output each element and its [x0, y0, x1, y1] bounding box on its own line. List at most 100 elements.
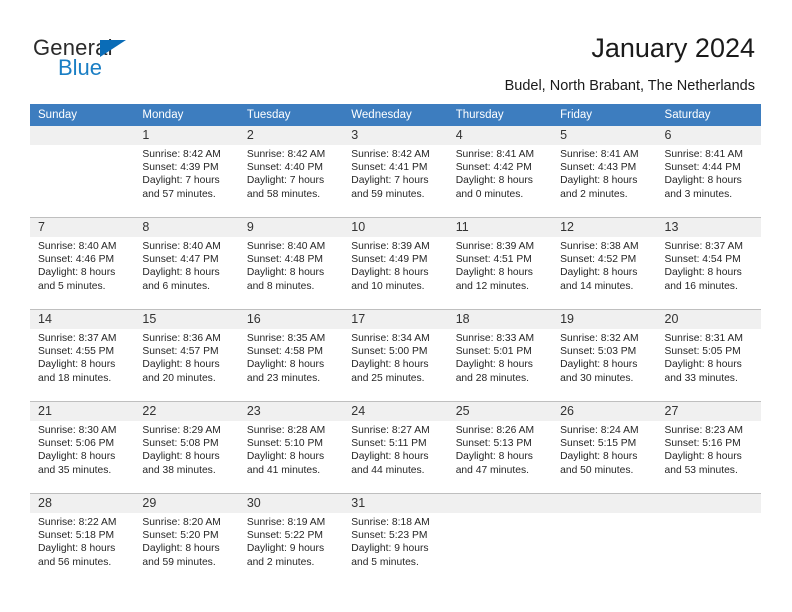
weekday-header-tuesday: Tuesday: [238, 104, 344, 126]
day-info-line-daylight1: Daylight: 8 hours: [246, 451, 325, 463]
day-info-line-sunset: Sunset: 5:20 PM: [142, 530, 219, 542]
day-info-line-sunrise: Sunrise: 8:40 AM: [246, 241, 326, 252]
day-sun-info: Sunrise: 8:26 AM Sunset: 5:13 PM Daylight:…: [448, 421, 552, 477]
calendar-day-cell[interactable]: 3 Sunrise: 8:42 AM Sunset: 4:41 PM Daylight…: [343, 126, 448, 216]
day-info-line-daylight2: and 28 minutes.: [455, 372, 529, 384]
calendar-day-cell[interactable]: 8 Sunrise: 8:40 AM Sunset: 4:47 PM Daylight…: [134, 217, 239, 308]
day-info-line-sunrise: Sunrise: 8:28 AM: [246, 425, 326, 436]
day-info-line-daylight1: Daylight: 8 hours: [455, 451, 533, 463]
day-sun-info: Sunrise: 8:23 AM Sunset: 5:16 PM Daylight:…: [657, 421, 761, 477]
calendar-day-cell[interactable]: 4 Sunrise: 8:41 AM Sunset: 4:42 PM Daylight…: [447, 126, 553, 216]
day-info-line-sunrise: Sunrise: 8:23 AM: [664, 425, 743, 436]
day-number: 7: [30, 218, 135, 237]
day-info-line-daylight1: Daylight: 8 hours: [142, 451, 220, 463]
day-info-line-daylight1: Daylight: 8 hours: [664, 451, 742, 463]
day-sun-info: Sunrise: 8:40 AM Sunset: 4:46 PM Daylight:…: [30, 237, 134, 293]
calendar-day-cell[interactable]: 1 Sunrise: 8:42 AM Sunset: 4:39 PM Daylight…: [134, 126, 239, 216]
day-number: 4: [447, 126, 553, 145]
calendar-day-cell-empty: [552, 493, 657, 584]
weekday-header-friday: Friday: [552, 104, 657, 126]
calendar-day-cell[interactable]: 31 Sunrise: 8:18 AM Sunset: 5:23 PM Dayligh…: [343, 493, 448, 584]
calendar-day-cell[interactable]: 12 Sunrise: 8:38 AM Sunset: 4:52 PM Dayligh…: [552, 217, 657, 308]
day-info-line-daylight2: and 12 minutes.: [455, 280, 529, 292]
calendar-day-cell[interactable]: 18 Sunrise: 8:33 AM Sunset: 5:01 PM Dayligh…: [447, 309, 553, 400]
calendar-day-cell[interactable]: 11 Sunrise: 8:39 AM Sunset: 4:51 PM Dayligh…: [447, 217, 553, 308]
calendar-day-cell[interactable]: 26 Sunrise: 8:24 AM Sunset: 5:15 PM Dayligh…: [552, 401, 657, 492]
calendar-week-row: 14 Sunrise: 8:37 AM Sunset: 4:55 PM Dayligh…: [30, 309, 761, 400]
day-info-line-sunrise: Sunrise: 8:20 AM: [142, 517, 221, 528]
day-info-line-daylight1: Daylight: 7 hours: [246, 175, 325, 187]
day-info-line-sunrise: Sunrise: 8:33 AM: [455, 333, 535, 344]
day-info-line-sunrise: Sunrise: 8:37 AM: [38, 333, 117, 344]
calendar-day-cell[interactable]: 13 Sunrise: 8:37 AM Sunset: 4:54 PM Dayligh…: [656, 217, 761, 308]
day-info-line-daylight2: and 50 minutes.: [560, 464, 634, 476]
calendar-day-cell[interactable]: 28 Sunrise: 8:22 AM Sunset: 5:18 PM Dayligh…: [30, 493, 135, 584]
calendar-day-cell[interactable]: 10 Sunrise: 8:39 AM Sunset: 4:49 PM Dayligh…: [343, 217, 448, 308]
day-sun-info: Sunrise: 8:36 AM Sunset: 4:57 PM Daylight:…: [134, 329, 238, 385]
day-number: 23: [238, 402, 344, 421]
day-number: 27: [656, 402, 761, 421]
day-sun-info: Sunrise: 8:42 AM Sunset: 4:41 PM Daylight:…: [343, 145, 447, 201]
calendar-day-cell[interactable]: 25 Sunrise: 8:26 AM Sunset: 5:13 PM Dayligh…: [447, 401, 553, 492]
day-info-line-daylight2: and 44 minutes.: [351, 464, 425, 476]
calendar-day-cell[interactable]: 21 Sunrise: 8:30 AM Sunset: 5:06 PM Dayligh…: [30, 401, 135, 492]
day-sun-info: Sunrise: 8:28 AM Sunset: 5:10 PM Daylight:…: [239, 421, 343, 477]
general-blue-logo[interactable]: General Blue: [33, 36, 233, 88]
day-info-line-sunrise: Sunrise: 8:39 AM: [351, 241, 430, 252]
day-number: [447, 494, 553, 513]
calendar-day-cell[interactable]: 20 Sunrise: 8:31 AM Sunset: 5:05 PM Dayligh…: [656, 309, 761, 400]
day-info-line-daylight1: Daylight: 8 hours: [455, 267, 533, 279]
calendar-day-cell[interactable]: 9 Sunrise: 8:40 AM Sunset: 4:48 PM Daylight…: [238, 217, 344, 308]
day-info-line-daylight1: Daylight: 7 hours: [142, 175, 220, 187]
calendar-day-cell[interactable]: 5 Sunrise: 8:41 AM Sunset: 4:43 PM Daylight…: [552, 126, 657, 216]
calendar-day-cell[interactable]: 14 Sunrise: 8:37 AM Sunset: 4:55 PM Dayligh…: [30, 309, 135, 400]
day-number: 3: [343, 126, 448, 145]
day-info-line-sunrise: Sunrise: 8:29 AM: [142, 425, 221, 436]
day-number: 6: [656, 126, 761, 145]
day-info-line-daylight1: Daylight: 8 hours: [664, 267, 742, 279]
day-number: [30, 126, 135, 145]
calendar-day-cell[interactable]: 15 Sunrise: 8:36 AM Sunset: 4:57 PM Dayligh…: [134, 309, 239, 400]
day-info-line-daylight2: and 20 minutes.: [142, 372, 216, 384]
day-number: 16: [238, 310, 344, 329]
day-info-line-sunset: Sunset: 5:03 PM: [560, 346, 637, 358]
day-info-line-sunrise: Sunrise: 8:24 AM: [560, 425, 639, 436]
day-info-line-sunrise: Sunrise: 8:19 AM: [246, 517, 326, 528]
day-info-line-sunrise: Sunrise: 8:31 AM: [664, 333, 743, 344]
day-info-line-sunrise: Sunrise: 8:36 AM: [142, 333, 221, 344]
calendar-day-cell[interactable]: 30 Sunrise: 8:19 AM Sunset: 5:22 PM Dayligh…: [238, 493, 344, 584]
calendar-day-cell[interactable]: 17 Sunrise: 8:34 AM Sunset: 5:00 PM Dayligh…: [343, 309, 448, 400]
day-info-line-sunset: Sunset: 4:46 PM: [38, 254, 115, 266]
day-number: 2: [238, 126, 344, 145]
day-info-line-sunset: Sunset: 5:10 PM: [246, 438, 323, 450]
calendar-day-cell-empty: [656, 493, 761, 584]
day-info-line-daylight2: and 2 minutes.: [246, 556, 315, 568]
day-info-line-sunset: Sunset: 4:39 PM: [142, 162, 219, 174]
day-number: 11: [447, 218, 553, 237]
day-number: 12: [552, 218, 657, 237]
calendar-day-cell[interactable]: 22 Sunrise: 8:29 AM Sunset: 5:08 PM Dayligh…: [134, 401, 239, 492]
day-number: 13: [656, 218, 761, 237]
day-info-line-daylight2: and 23 minutes.: [246, 372, 321, 384]
day-info-line-sunset: Sunset: 5:01 PM: [455, 346, 532, 358]
day-info-line-daylight1: Daylight: 8 hours: [560, 267, 638, 279]
calendar-day-cell[interactable]: 27 Sunrise: 8:23 AM Sunset: 5:16 PM Dayligh…: [656, 401, 761, 492]
calendar-day-cell[interactable]: 7 Sunrise: 8:40 AM Sunset: 4:46 PM Daylight…: [30, 217, 135, 308]
day-info-line-daylight1: Daylight: 8 hours: [142, 267, 220, 279]
calendar-day-cell[interactable]: 2 Sunrise: 8:42 AM Sunset: 4:40 PM Daylight…: [238, 126, 344, 216]
calendar-day-cell[interactable]: 24 Sunrise: 8:27 AM Sunset: 5:11 PM Dayligh…: [343, 401, 448, 492]
calendar-day-cell[interactable]: 23 Sunrise: 8:28 AM Sunset: 5:10 PM Dayligh…: [238, 401, 344, 492]
day-info-line-sunrise: Sunrise: 8:37 AM: [664, 241, 743, 252]
day-info-line-sunset: Sunset: 4:51 PM: [455, 254, 532, 266]
day-number: 28: [30, 494, 135, 513]
calendar-day-cell[interactable]: 6 Sunrise: 8:41 AM Sunset: 4:44 PM Daylight…: [656, 126, 761, 216]
day-info-line-daylight2: and 5 minutes.: [351, 556, 419, 568]
calendar-day-cell[interactable]: 16 Sunrise: 8:35 AM Sunset: 4:58 PM Dayligh…: [238, 309, 344, 400]
day-info-line-daylight1: Daylight: 8 hours: [142, 359, 220, 371]
day-info-line-sunset: Sunset: 5:22 PM: [246, 530, 323, 542]
day-sun-info: Sunrise: 8:34 AM Sunset: 5:00 PM Daylight:…: [343, 329, 447, 385]
calendar-day-cell[interactable]: 19 Sunrise: 8:32 AM Sunset: 5:03 PM Dayligh…: [552, 309, 657, 400]
day-info-line-sunset: Sunset: 4:44 PM: [664, 162, 741, 174]
calendar-day-cell[interactable]: 29 Sunrise: 8:20 AM Sunset: 5:20 PM Dayligh…: [134, 493, 239, 584]
day-info-line-daylight2: and 18 minutes.: [38, 372, 112, 384]
